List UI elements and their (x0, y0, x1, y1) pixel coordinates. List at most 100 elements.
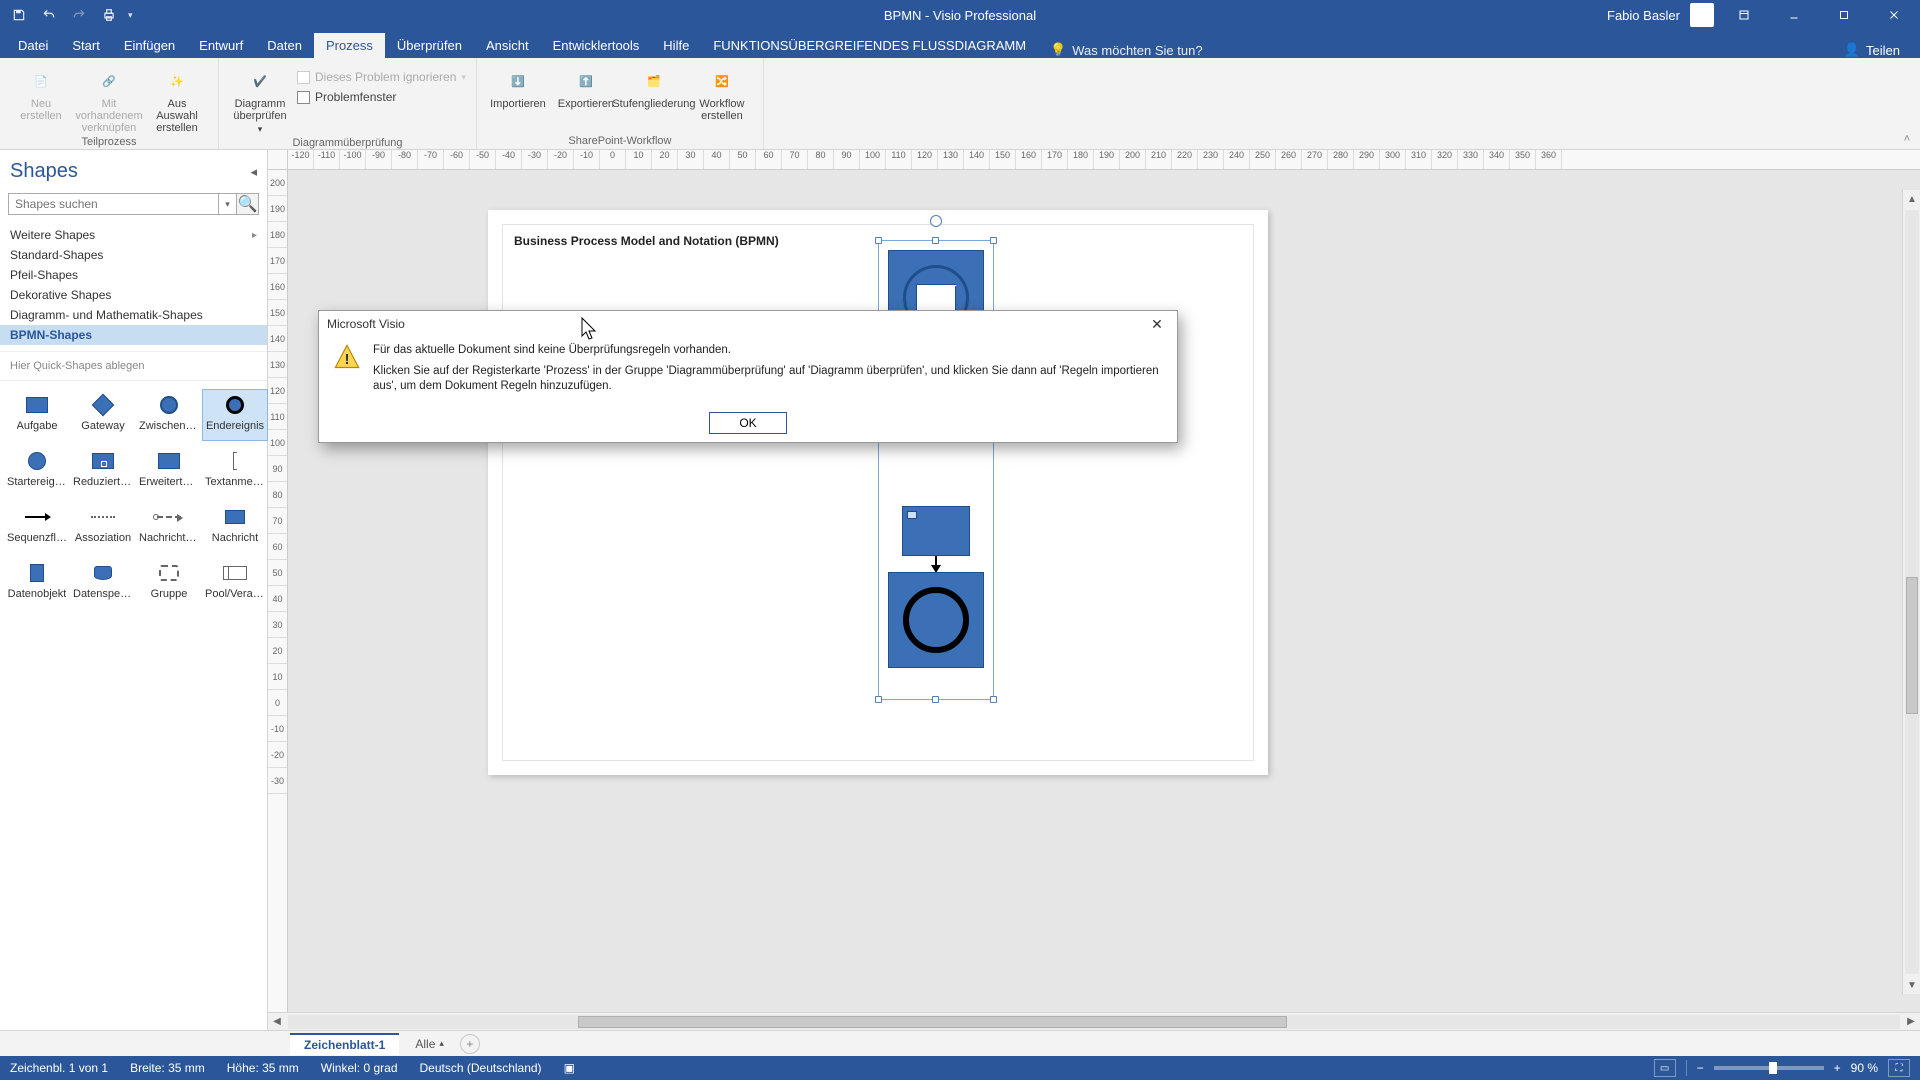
all-pages-button[interactable]: Alle▴ (405, 1034, 454, 1054)
sequence-flow-2[interactable] (935, 556, 937, 572)
import-button[interactable]: ⬇️Importieren (487, 62, 549, 110)
scroll-left-icon[interactable]: ◀ (268, 1013, 286, 1031)
redo-icon[interactable] (68, 4, 90, 26)
search-icon[interactable]: 🔍 (237, 193, 259, 215)
resize-handle-ne[interactable] (990, 237, 997, 244)
zoom-knob[interactable] (1769, 1062, 1777, 1074)
shape-datenobjekt[interactable]: Datenobjekt (4, 557, 70, 609)
shape-startereignis[interactable]: Startereignis (4, 445, 70, 497)
resize-handle-s[interactable] (932, 696, 939, 703)
avatar[interactable] (1690, 3, 1714, 27)
scroll-right-icon[interactable]: ▶ (1902, 1013, 1920, 1031)
tab-entwicklertools[interactable]: Entwicklertools (541, 33, 652, 58)
rotation-handle[interactable] (930, 215, 942, 227)
ribbon-display-options-icon[interactable] (1724, 0, 1764, 30)
vertical-scrollbar[interactable]: ▲ ▼ (1902, 190, 1920, 994)
create-workflow-button[interactable]: 🔀Workflow erstellen (691, 62, 753, 122)
stencil-arrow[interactable]: Pfeil-Shapes (0, 265, 267, 285)
shape-aufgabe[interactable]: Aufgabe (4, 389, 70, 441)
tab-ueberpruefen[interactable]: Überprüfen (385, 33, 474, 58)
tab-hilfe[interactable]: Hilfe (651, 33, 701, 58)
shapes-search-input[interactable] (8, 193, 219, 215)
resize-handle-sw[interactable] (875, 696, 882, 703)
tab-ansicht[interactable]: Ansicht (474, 33, 541, 58)
ribbon-group-sharepoint: ⬇️Importieren ⬆️Exportieren 🗂️Stufenglie… (477, 58, 764, 149)
tab-flussdiagramm[interactable]: FUNKTIONSÜBERGREIFENDES FLUSSDIAGRAMM (701, 33, 1038, 58)
drawing-canvas[interactable]: Business Process Model and Notation (BPM… (288, 170, 1920, 1012)
tab-entwurf[interactable]: Entwurf (187, 33, 255, 58)
bpmn-task-2[interactable] (902, 506, 970, 556)
shape-textanmerkung[interactable]: Textanmerk... (202, 445, 268, 497)
ruler-corner (268, 150, 288, 170)
drawing-page[interactable]: Business Process Model and Notation (BPM… (488, 210, 1268, 775)
tab-datei[interactable]: Datei (6, 33, 60, 58)
zoom-level[interactable]: 90 % (1851, 1061, 1878, 1075)
save-icon[interactable] (8, 4, 30, 26)
stencil-math[interactable]: Diagramm- und Mathematik-Shapes (0, 305, 267, 325)
tab-prozess[interactable]: Prozess (314, 33, 385, 58)
status-angle: Winkel: 0 grad (321, 1061, 398, 1075)
horizontal-scrollbar[interactable]: ◀ ▶ (268, 1012, 1920, 1030)
presentation-mode-icon[interactable]: ▭ (1654, 1059, 1676, 1077)
tab-einfuegen[interactable]: Einfügen (112, 33, 187, 58)
print-icon[interactable] (98, 4, 120, 26)
fit-page-icon[interactable]: ⛶ (1888, 1059, 1910, 1077)
resize-handle-se[interactable] (990, 696, 997, 703)
share-label: Teilen (1866, 43, 1900, 58)
stencil-bpmn[interactable]: BPMN-Shapes (0, 325, 267, 345)
close-icon[interactable] (1874, 0, 1914, 30)
issues-window-checkbox[interactable]: Problemfenster (297, 88, 466, 106)
macro-recorder-icon[interactable]: ▣ (564, 1061, 575, 1075)
tell-me[interactable]: 💡 Was möchten Sie tun? (1050, 42, 1203, 58)
status-bar: Zeichenbl. 1 von 1 Breite: 35 mm Höhe: 3… (0, 1056, 1920, 1080)
stencil-standard[interactable]: Standard-Shapes (0, 245, 267, 265)
undo-icon[interactable] (38, 4, 60, 26)
collapse-ribbon-icon[interactable]: ˄ (1894, 58, 1920, 149)
collapse-shapes-pane-icon[interactable]: ◂ (250, 164, 257, 180)
zoom-slider[interactable] (1714, 1066, 1824, 1070)
hscroll-thumb[interactable] (578, 1016, 1287, 1028)
export-button[interactable]: ⬆️Exportieren (555, 62, 617, 110)
add-page-button[interactable]: + (460, 1034, 480, 1054)
zoom-in-icon[interactable]: + (1834, 1061, 1841, 1075)
status-height: Höhe: 35 mm (227, 1061, 299, 1075)
check-diagram-button[interactable]: ✔️Diagramm überprüfen▾ (229, 62, 291, 135)
scroll-down-icon[interactable]: ▼ (1903, 976, 1920, 994)
maximize-icon[interactable] (1824, 0, 1864, 30)
shape-gruppe[interactable]: Gruppe (136, 557, 202, 609)
minimize-icon[interactable] (1774, 0, 1814, 30)
zoom-out-icon[interactable]: − (1697, 1061, 1704, 1075)
shape-endereignis[interactable]: Endereignis (202, 389, 268, 441)
quick-shapes-drop[interactable]: Hier Quick-Shapes ablegen (0, 351, 267, 381)
search-dropdown-icon[interactable]: ▾ (219, 193, 237, 215)
shape-nachricht[interactable]: Nachricht (202, 501, 268, 553)
share-button[interactable]: 👤 Teilen (1844, 42, 1900, 58)
stage-outline-button[interactable]: 🗂️Stufengliederung (623, 62, 685, 110)
shape-erweiterter-teilprozess[interactable]: Erweiterter Teilprozess (136, 445, 202, 497)
dialog-close-icon[interactable]: ✕ (1145, 314, 1169, 334)
shape-reduzierter-teilprozess[interactable]: Reduzierter Teilprozess (70, 445, 136, 497)
shape-nachrichtenfluss[interactable]: Nachrichten... (136, 501, 202, 553)
shape-pool[interactable]: Pool/Verant... (202, 557, 268, 609)
shape-sequenzfluss[interactable]: Sequenzfluss (4, 501, 70, 553)
bpmn-end-event[interactable] (888, 572, 984, 668)
shape-zwischenereignis[interactable]: Zwischener... (136, 389, 202, 441)
page-tab-1[interactable]: Zeichenblatt-1 (290, 1033, 399, 1055)
scroll-up-icon[interactable]: ▲ (1903, 190, 1920, 208)
shape-assoziation[interactable]: Assoziation (70, 501, 136, 553)
shape-datenspeicher[interactable]: Datenspeich... (70, 557, 136, 609)
main-area: Shapes ◂ ▾ 🔍 Weitere Shapes Standard-Sha… (0, 150, 1920, 1030)
ribbon-group-teilprozess: 📄Neu erstellen 🔗Mit vorhandenem verknüpf… (0, 58, 219, 149)
tab-start[interactable]: Start (60, 33, 111, 58)
status-language[interactable]: Deutsch (Deutschland) (420, 1061, 542, 1075)
user-name[interactable]: Fabio Basler (1607, 8, 1680, 23)
dialog-ok-button[interactable]: OK (709, 412, 787, 434)
vscroll-thumb[interactable] (1906, 577, 1918, 715)
resize-handle-nw[interactable] (875, 237, 882, 244)
tab-daten[interactable]: Daten (255, 33, 314, 58)
from-selection-button[interactable]: ✨Aus Auswahl erstellen (146, 62, 208, 134)
stencil-decorative[interactable]: Dekorative Shapes (0, 285, 267, 305)
stencil-more-shapes[interactable]: Weitere Shapes (0, 225, 267, 245)
resize-handle-n[interactable] (932, 237, 939, 244)
shape-gateway[interactable]: Gateway (70, 389, 136, 441)
